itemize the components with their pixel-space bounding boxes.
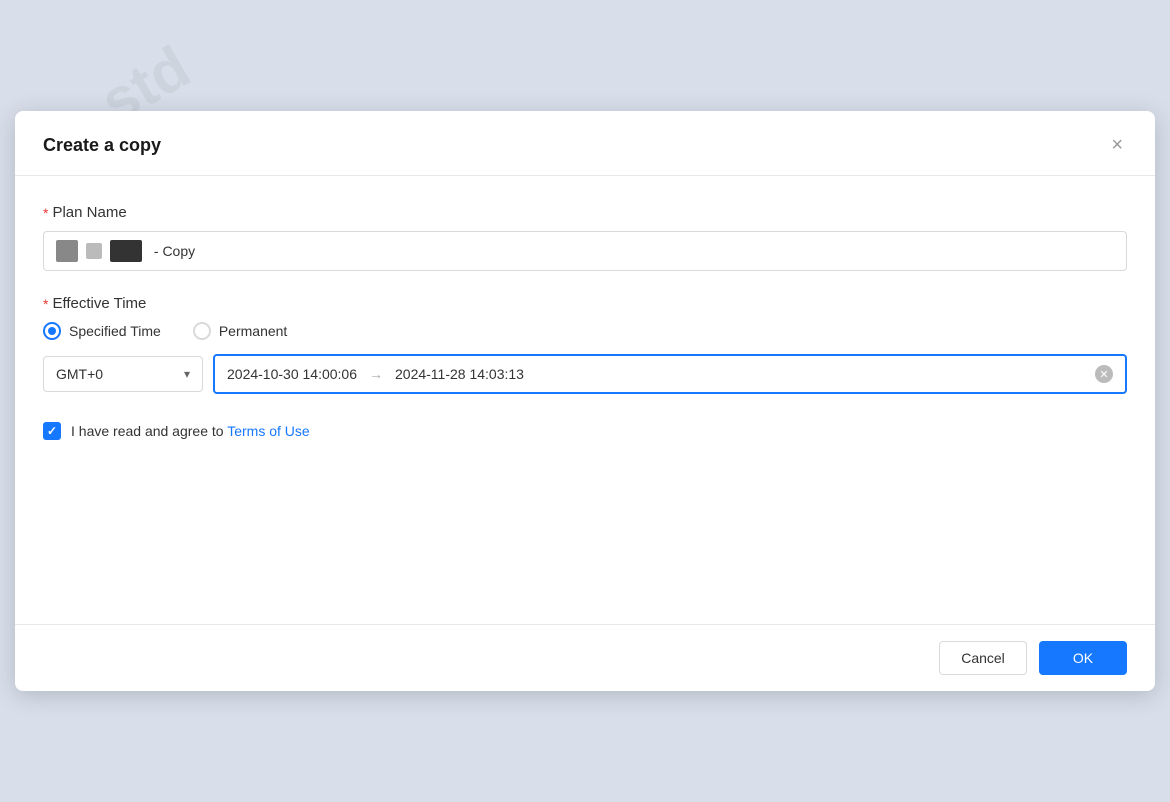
dialog-footer: Cancel OK (15, 624, 1155, 691)
radio-specified-inner (48, 327, 56, 335)
timezone-label: GMT+0 (56, 366, 176, 382)
dialog-body: * Plan Name * Effective Time (15, 176, 1155, 624)
cancel-button[interactable]: Cancel (939, 641, 1027, 675)
plan-name-text (150, 243, 1114, 259)
effective-time-label: * Effective Time (43, 295, 1127, 312)
dialog-header: Create a copy × (15, 111, 1155, 176)
chevron-down-icon: ▾ (184, 367, 190, 381)
radio-specified-label: Specified Time (69, 323, 161, 339)
plan-name-input[interactable] (150, 243, 1114, 259)
radio-permanent-label: Permanent (219, 323, 287, 339)
checkbox-check-icon: ✓ (47, 424, 57, 438)
time-row: GMT+0 ▾ 2024-10-30 14:00:06 → 2024-11-28… (43, 354, 1127, 394)
required-star-plan: * (43, 205, 48, 221)
dialog-overlay: std std std std Create a copy × * Plan N… (0, 0, 1170, 802)
end-date-value: 2024-11-28 14:03:13 (395, 366, 524, 382)
radio-permanent[interactable]: Permanent (193, 322, 287, 340)
radio-permanent-outer (193, 322, 211, 340)
plan-icon-3 (110, 240, 142, 262)
terms-row: ✓ I have read and agree to Terms of Use (43, 422, 1127, 440)
create-copy-dialog: Create a copy × * Plan Name * (15, 111, 1155, 691)
plan-icon-2 (86, 243, 102, 259)
effective-time-label-text: Effective Time (52, 295, 146, 312)
close-button[interactable]: × (1107, 131, 1127, 159)
terms-text: I have read and agree to Terms of Use (71, 423, 310, 439)
date-range-input[interactable]: 2024-10-30 14:00:06 → 2024-11-28 14:03:1… (213, 354, 1127, 394)
arrow-right-icon: → (369, 366, 383, 382)
ok-button[interactable]: OK (1039, 641, 1127, 675)
terms-prefix: I have read and agree to (71, 423, 227, 439)
plan-name-label-text: Plan Name (52, 204, 126, 221)
plan-name-label: * Plan Name (43, 204, 1127, 221)
timezone-select[interactable]: GMT+0 ▾ (43, 356, 203, 392)
terms-link[interactable]: Terms of Use (227, 423, 309, 439)
radio-specified-outer (43, 322, 61, 340)
required-star-time: * (43, 296, 48, 312)
clear-date-button[interactable]: ✕ (1095, 365, 1113, 383)
terms-checkbox[interactable]: ✓ (43, 422, 61, 440)
radio-group: Specified Time Permanent (43, 322, 1127, 340)
dialog-title: Create a copy (43, 135, 161, 156)
plan-name-input-wrapper[interactable] (43, 231, 1127, 271)
start-date-value: 2024-10-30 14:00:06 (227, 366, 357, 382)
plan-icon-1 (56, 240, 78, 262)
radio-specified-time[interactable]: Specified Time (43, 322, 161, 340)
effective-time-section: * Effective Time Specified Time Permanen… (43, 295, 1127, 394)
